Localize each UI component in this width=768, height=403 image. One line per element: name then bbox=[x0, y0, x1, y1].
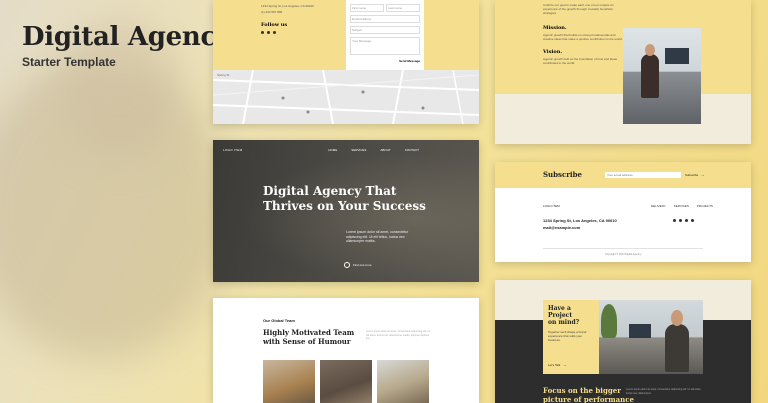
team-photo-3 bbox=[377, 360, 429, 403]
team-photo-2 bbox=[320, 360, 372, 403]
map-roads bbox=[213, 69, 479, 124]
hero-cta-label: Find out more bbox=[353, 263, 372, 267]
last-name-field[interactable]: Last name bbox=[386, 4, 420, 12]
footer-nav-delivery[interactable]: DELIVERY bbox=[651, 204, 666, 208]
mission-intro: It will be our goal to make each one of … bbox=[543, 3, 614, 15]
team-heading-line-2: with Sense of Humour bbox=[263, 337, 351, 346]
project-photo bbox=[599, 300, 703, 374]
footer-email[interactable]: mail@example.com bbox=[543, 225, 580, 230]
subscribe-button-label: Subscribe bbox=[685, 172, 699, 177]
mission-card: It will be our goal to make each one of … bbox=[495, 0, 751, 144]
social-icons bbox=[261, 31, 351, 34]
vision-body: Agentic growth built on the foundation o… bbox=[543, 57, 618, 65]
person-shape bbox=[641, 54, 659, 98]
facebook-icon[interactable] bbox=[673, 219, 676, 222]
nav-services[interactable]: SERVICES bbox=[351, 148, 366, 152]
person-head bbox=[645, 44, 655, 56]
hero-headline-line-1: Digital Agency That bbox=[263, 184, 397, 198]
instagram-icon[interactable] bbox=[691, 219, 694, 222]
footer-nav: DELIVERY SERVICES PROJECTS bbox=[651, 204, 713, 208]
hero-text: Digital Agency Starter Template bbox=[22, 22, 231, 69]
plant-shape bbox=[601, 304, 617, 338]
youtube-icon[interactable] bbox=[685, 219, 688, 222]
main-hero-card: LOGO ITEM HOME SERVICES ABOUT CONTACT Di… bbox=[213, 140, 479, 282]
subscribe-card: Subscribe Your email address Subscribe →… bbox=[495, 162, 751, 262]
subject-field[interactable]: Subject bbox=[350, 26, 420, 34]
main-nav: HOME SERVICES ABOUT CONTACT bbox=[328, 148, 419, 152]
hero-headline-line-2: Thrives on Your Success bbox=[263, 199, 426, 213]
arrow-right-icon: → bbox=[562, 362, 567, 367]
monitor-shape bbox=[629, 324, 651, 338]
vision-title: Vision. bbox=[543, 49, 563, 55]
person-head bbox=[671, 310, 683, 326]
project-title-line-1: Have a Project bbox=[548, 305, 573, 319]
team-photo-1 bbox=[263, 360, 315, 403]
project-yellow-box: Have a Project on mind? Together we'll s… bbox=[543, 300, 599, 374]
footer-social-icons bbox=[673, 219, 694, 222]
team-card: Our Global Team Highly Motivated Team wi… bbox=[213, 298, 479, 403]
contact-phone: (1) 234 567 890 bbox=[261, 10, 283, 14]
footer-copyright: Copyright © 2024 Digital Agency bbox=[604, 253, 642, 256]
focus-heading: Focus on the bigger picture of performan… bbox=[543, 386, 634, 403]
page-subtitle: Starter Template bbox=[22, 55, 116, 69]
mission-title: Mission. bbox=[543, 25, 567, 31]
hero-cta[interactable]: Find out more bbox=[344, 262, 372, 268]
monitor-shape bbox=[665, 48, 689, 64]
focus-desc: Lorem ipsum dolor sit amet, consectetur … bbox=[626, 388, 702, 395]
contact-info: 1234 Spring St, Los Angeles, CA 90010 (1… bbox=[261, 4, 351, 34]
send-message-button[interactable]: Send Message bbox=[350, 59, 420, 63]
contact-address: 1234 Spring St, Los Angeles, CA 90010 bbox=[261, 4, 314, 8]
message-field[interactable]: Your Message bbox=[350, 37, 420, 55]
team-heading: Highly Motivated Team with Sense of Humo… bbox=[263, 328, 354, 346]
project-title-line-2: on mind? bbox=[548, 319, 580, 326]
lets-talk-button[interactable]: Let's Talk → bbox=[548, 362, 566, 367]
team-desc: Lorem ipsum dolor sit amet, consectetur … bbox=[366, 330, 431, 340]
footer-address: 1234 Spring St, Los Angeles, CA 90010 bbox=[543, 218, 617, 223]
focus-heading-line-1: Focus on the bigger bbox=[543, 386, 621, 395]
map-label: Spring St bbox=[217, 73, 230, 77]
mission-body: Agentic growth that builds on strong fun… bbox=[543, 33, 623, 41]
arrow-right-icon: → bbox=[700, 172, 705, 177]
nav-about[interactable]: ABOUT bbox=[380, 148, 390, 152]
twitter-icon[interactable] bbox=[679, 219, 682, 222]
subscribe-bar: Subscribe Your email address Subscribe → bbox=[495, 162, 751, 188]
nav-contact[interactable]: CONTACT bbox=[405, 148, 419, 152]
mission-text: It will be our goal to make each one of … bbox=[543, 3, 625, 65]
focus-heading-line-2: picture of performance bbox=[543, 395, 634, 403]
site-logo[interactable]: LOGO ITEM bbox=[223, 148, 242, 152]
youtube-icon[interactable] bbox=[273, 31, 276, 34]
hero-body: Lorem ipsum dolor sit amet, consectetur … bbox=[346, 230, 409, 243]
first-name-field[interactable]: First name bbox=[350, 4, 384, 12]
follow-label: Follow us bbox=[261, 22, 288, 28]
play-icon bbox=[344, 262, 350, 268]
lets-talk-label: Let's Talk bbox=[548, 362, 561, 367]
footer-nav-services[interactable]: SERVICES bbox=[674, 204, 689, 208]
office-photo bbox=[623, 28, 701, 124]
footer-nav-projects[interactable]: PROJECTS bbox=[697, 204, 713, 208]
map[interactable]: Spring St bbox=[213, 69, 479, 124]
page-title: Digital Agency bbox=[22, 22, 231, 52]
team-label: Our Global Team bbox=[263, 318, 295, 323]
email-field[interactable]: Email Address bbox=[350, 15, 420, 23]
project-text: Together we'll shape a brand experience … bbox=[548, 330, 587, 342]
facebook-icon[interactable] bbox=[261, 31, 264, 34]
person-shape bbox=[665, 324, 689, 372]
team-heading-line-1: Highly Motivated Team bbox=[263, 328, 355, 337]
subscribe-button[interactable]: Subscribe → bbox=[685, 172, 704, 177]
hero-headline: Digital Agency That Thrives on Your Succ… bbox=[263, 184, 426, 214]
nav-home[interactable]: HOME bbox=[328, 148, 337, 152]
project-card: Have a Project on mind? Together we'll s… bbox=[495, 280, 751, 403]
contact-card: 1234 Spring St, Los Angeles, CA 90010 (1… bbox=[213, 0, 479, 124]
subscribe-title: Subscribe bbox=[543, 170, 582, 179]
project-title: Have a Project on mind? bbox=[548, 305, 594, 326]
footer-logo[interactable]: LOGO ITEM bbox=[543, 204, 560, 208]
contact-form: First name Last name Email Address Subje… bbox=[346, 0, 424, 70]
subscribe-email-input[interactable]: Your email address bbox=[605, 172, 681, 178]
twitter-icon[interactable] bbox=[267, 31, 270, 34]
footer-divider bbox=[543, 248, 703, 249]
